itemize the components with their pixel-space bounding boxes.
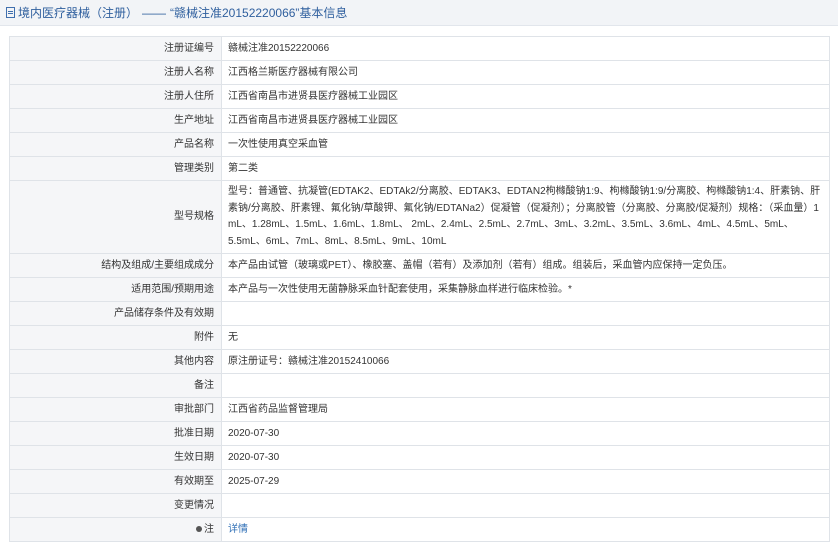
row-value: 江西省南昌市进贤县医疗器械工业园区 xyxy=(221,84,830,109)
row-label: 适用范围/预期用途 xyxy=(9,277,222,302)
row-value: 详情 xyxy=(221,517,830,542)
row-label: 生产地址 xyxy=(9,108,222,133)
row-label: 产品名称 xyxy=(9,132,222,157)
table-row: 附件 无 xyxy=(9,325,830,350)
row-label: 其他内容 xyxy=(9,349,222,374)
table-row: 注册人住所 江西省南昌市进贤县医疗器械工业园区 xyxy=(9,84,830,109)
row-label: 产品储存条件及有效期 xyxy=(9,301,222,326)
row-value xyxy=(221,493,830,518)
details-link[interactable]: 详情 xyxy=(228,524,248,535)
row-label: 批准日期 xyxy=(9,421,222,446)
table-row: 生产地址 江西省南昌市进贤县医疗器械工业园区 xyxy=(9,108,830,133)
table-row: 变更情况 xyxy=(9,493,830,518)
table-row: 适用范围/预期用途 本产品与一次性使用无菌静脉采血针配套使用，采集静脉血样进行临… xyxy=(9,277,830,302)
table-row: 结构及组成/主要组成成分 本产品由试管（玻璃或PET）、橡胶塞、盖帽（若有）及添… xyxy=(9,253,830,278)
row-value xyxy=(221,301,830,326)
row-label: 注册人住所 xyxy=(9,84,222,109)
note-label: 注 xyxy=(9,517,222,542)
row-value: 型号：普通管、抗凝管(EDTAK2、EDTAk2/分离胶、EDTAK3、EDTA… xyxy=(221,180,830,254)
row-value: 2025-07-29 xyxy=(221,469,830,494)
page-header: 境内医疗器械（注册） —— “赣械注准20152220066”基本信息 xyxy=(0,0,838,26)
table-row: 有效期至 2025-07-29 xyxy=(9,469,830,494)
row-value: 一次性使用真空采血管 xyxy=(221,132,830,157)
row-value: 本产品由试管（玻璃或PET）、橡胶塞、盖帽（若有）及添加剂（若有）组成。组装后，… xyxy=(221,253,830,278)
row-value: 本产品与一次性使用无菌静脉采血针配套使用，采集静脉血样进行临床检验。* xyxy=(221,277,830,302)
table-row: 生效日期 2020-07-30 xyxy=(9,445,830,470)
row-value: 第二类 xyxy=(221,156,830,181)
row-label: 注册证编号 xyxy=(9,36,222,61)
row-label: 有效期至 xyxy=(9,469,222,494)
row-label: 附件 xyxy=(9,325,222,350)
breadcrumb-separator: —— xyxy=(142,5,167,20)
row-value: 原注册证号：赣械注准20152410066 xyxy=(221,349,830,374)
bullet-icon xyxy=(196,525,202,532)
row-value: 江西格兰斯医疗器械有限公司 xyxy=(221,60,830,85)
row-label: 管理类别 xyxy=(9,156,222,181)
table-row: 审批部门 江西省药品监督管理局 xyxy=(9,397,830,422)
row-label: 结构及组成/主要组成成分 xyxy=(9,253,222,278)
row-value: 赣械注准20152220066 xyxy=(221,36,830,61)
table-row: 备注 xyxy=(9,373,830,398)
row-label: 审批部门 xyxy=(9,397,222,422)
table-row: 产品名称 一次性使用真空采血管 xyxy=(9,132,830,157)
table-row: 其他内容 原注册证号：赣械注准20152410066 xyxy=(9,349,830,374)
table-row: 注册人名称 江西格兰斯医疗器械有限公司 xyxy=(9,60,830,85)
table-row: 型号规格 型号：普通管、抗凝管(EDTAK2、EDTAk2/分离胶、EDTAK3… xyxy=(9,180,830,254)
row-value: 无 xyxy=(221,325,830,350)
row-label: 变更情况 xyxy=(9,493,222,518)
breadcrumb-category[interactable]: 境内医疗器械（注册） xyxy=(18,4,138,21)
table-row: 产品储存条件及有效期 xyxy=(9,301,830,326)
table-row: 批准日期 2020-07-30 xyxy=(9,421,830,446)
row-label: 注册人名称 xyxy=(9,60,222,85)
row-label: 型号规格 xyxy=(9,180,222,254)
note-label-text: 注 xyxy=(204,523,214,535)
row-value: 2020-07-30 xyxy=(221,445,830,470)
table-row: 注册证编号 赣械注准20152220066 xyxy=(9,36,830,61)
row-value: 2020-07-30 xyxy=(221,421,830,446)
document-icon xyxy=(6,7,15,18)
row-value xyxy=(221,373,830,398)
table-row: 注 详情 xyxy=(9,517,830,542)
row-label: 备注 xyxy=(9,373,222,398)
row-value: 江西省南昌市进贤县医疗器械工业园区 xyxy=(221,108,830,133)
row-value: 江西省药品监督管理局 xyxy=(221,397,830,422)
row-label: 生效日期 xyxy=(9,445,222,470)
registration-info-table: 注册证编号 赣械注准20152220066 注册人名称 江西格兰斯医疗器械有限公… xyxy=(9,36,830,542)
page-title: “赣械注准20152220066”基本信息 xyxy=(170,6,348,20)
table-row: 管理类别 第二类 xyxy=(9,156,830,181)
